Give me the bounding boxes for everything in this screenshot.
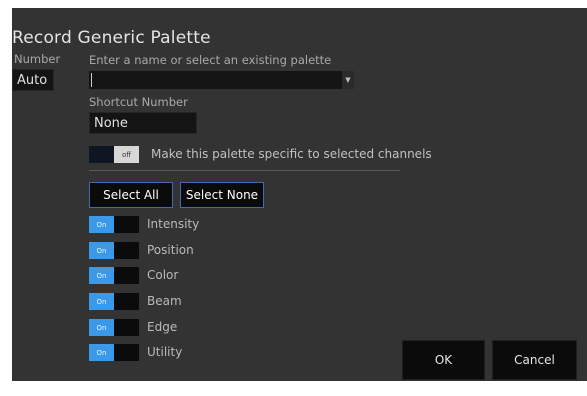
ok-button[interactable]: OK xyxy=(402,340,485,380)
channel-specific-label: Make this palette specific to selected c… xyxy=(151,147,432,161)
toggle-knob xyxy=(114,267,139,284)
position-label: Position xyxy=(147,243,194,257)
window-frame-top xyxy=(0,0,587,8)
divider xyxy=(89,170,400,171)
toggle-state-label: On xyxy=(89,242,114,259)
cancel-button[interactable]: Cancel xyxy=(492,340,577,380)
window-frame-bottom xyxy=(0,381,587,396)
chevron-down-icon[interactable]: ▼ xyxy=(342,71,354,89)
toggle-knob xyxy=(114,216,139,233)
intensity-label: Intensity xyxy=(147,217,200,231)
color-label: Color xyxy=(147,268,179,282)
edge-toggle[interactable]: On xyxy=(89,319,139,336)
select-none-button[interactable]: Select None xyxy=(180,182,264,208)
utility-label: Utility xyxy=(147,345,183,359)
palette-name-combobox[interactable]: ▼ xyxy=(89,71,354,89)
number-label: Number xyxy=(14,52,61,66)
beam-toggle[interactable]: On xyxy=(89,293,139,310)
name-prompt-label: Enter a name or select an existing palet… xyxy=(89,53,332,67)
shortcut-field[interactable]: None xyxy=(89,112,197,134)
utility-toggle[interactable]: On xyxy=(89,344,139,361)
toggle-knob xyxy=(114,319,139,336)
color-toggle[interactable]: On xyxy=(89,267,139,284)
toggle-knob xyxy=(89,146,114,163)
beam-label: Beam xyxy=(147,294,182,308)
select-all-button[interactable]: Select All xyxy=(89,182,173,208)
edge-label: Edge xyxy=(147,320,178,334)
toggle-knob xyxy=(114,293,139,310)
toggle-state-label: On xyxy=(89,344,114,361)
toggle-state-label: On xyxy=(89,293,114,310)
channel-specific-toggle[interactable]: off xyxy=(89,146,139,163)
position-toggle[interactable]: On xyxy=(89,242,139,259)
number-field[interactable]: Auto xyxy=(12,69,54,91)
text-caret xyxy=(91,73,92,87)
toggle-knob xyxy=(114,344,139,361)
toggle-knob xyxy=(114,242,139,259)
cancel-button-label: Cancel xyxy=(514,353,555,367)
shortcut-label: Shortcut Number xyxy=(89,95,188,109)
window-frame-left xyxy=(0,0,12,396)
intensity-toggle[interactable]: On xyxy=(89,216,139,233)
dialog-title: Record Generic Palette xyxy=(12,28,211,48)
toggle-state-label: off xyxy=(114,146,139,163)
ok-button-label: OK xyxy=(434,353,453,367)
toggle-state-label: On xyxy=(89,267,114,284)
toggle-state-label: On xyxy=(89,216,114,233)
toggle-state-label: On xyxy=(89,319,114,336)
record-palette-dialog: Record Generic Palette Number Auto Enter… xyxy=(12,8,587,381)
